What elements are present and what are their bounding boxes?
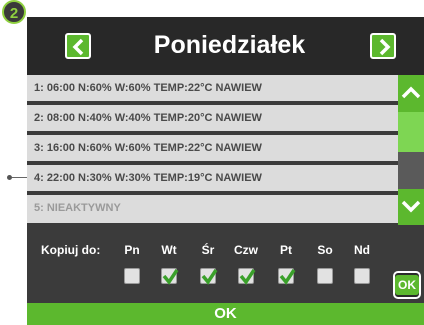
copy-checkbox-so[interactable]: [317, 268, 333, 284]
program-row-4[interactable]: 4: 22:00 N:30% W:30% TEMP:19°C NAWIEW: [27, 165, 398, 193]
program-row-text: 3: 16:00 N:60% W:60% TEMP:22°C NAWIEW: [34, 142, 262, 154]
day-label: Pt: [280, 243, 292, 257]
chevron-down-icon: [401, 200, 421, 213]
copy-day-sr: Śr: [196, 243, 220, 285]
step-number-badge: 2: [2, 0, 26, 24]
copy-checkbox-nd[interactable]: [354, 268, 370, 284]
day-label: Pn: [124, 243, 140, 257]
list-scrollbar[interactable]: [398, 75, 424, 225]
copy-day-pt: Pt: [274, 243, 298, 285]
copy-day-wt: Wt: [157, 243, 181, 285]
chevron-right-icon: [379, 38, 391, 56]
checkmark-icon: [162, 269, 179, 285]
scroll-thumb[interactable]: [398, 112, 424, 152]
day-header: Poniedziałek: [27, 17, 424, 75]
day-title: Poniedziałek: [153, 31, 306, 59]
copy-day-so: So: [313, 243, 337, 284]
day-label: Wt: [161, 243, 177, 257]
chevron-up-icon: [401, 86, 421, 99]
scroll-up-button[interactable]: [398, 75, 424, 112]
day-label: Śr: [201, 243, 215, 257]
copy-checkbox-pt[interactable]: [278, 268, 296, 285]
day-label: Czw: [234, 243, 258, 257]
program-row-text: 5: NIEAKTYWNY: [34, 202, 121, 214]
copy-day-pn: Pn: [120, 243, 144, 284]
program-row-text: 4: 22:00 N:30% W:30% TEMP:19°C NAWIEW: [34, 172, 262, 184]
program-row-5[interactable]: 5: NIEAKTYWNY: [27, 195, 398, 223]
copy-to-label: Kopiuj do:: [41, 243, 101, 257]
copy-checkbox-czw[interactable]: [238, 268, 256, 285]
next-day-button[interactable]: [370, 33, 396, 59]
copy-checkbox-pn[interactable]: [124, 268, 140, 284]
checkmark-icon: [201, 269, 218, 285]
day-label: So: [317, 243, 333, 257]
chevron-left-icon: [72, 38, 84, 56]
program-row-text: 2: 08:00 N:40% W:40% TEMP:20°C NAWIEW: [34, 112, 262, 124]
checkmark-icon: [239, 269, 256, 285]
copy-checkbox-sr[interactable]: [200, 268, 218, 285]
program-row-3[interactable]: 3: 16:00 N:60% W:60% TEMP:22°C NAWIEW: [27, 135, 398, 163]
scroll-down-button[interactable]: [398, 189, 424, 225]
ok-button-label: OK: [214, 305, 237, 322]
checkmark-icon: [279, 269, 296, 285]
prev-day-button[interactable]: [65, 33, 91, 59]
program-row-text: 1: 06:00 N:60% W:60% TEMP:22°C NAWIEW: [34, 82, 262, 94]
copy-checkbox-wt[interactable]: [161, 268, 179, 285]
copy-day-czw: Czw: [234, 243, 258, 285]
connector-line: [12, 177, 27, 178]
program-row-1[interactable]: 1: 06:00 N:60% W:60% TEMP:22°C NAWIEW: [27, 75, 398, 103]
copy-day-nd: Nd: [350, 243, 374, 284]
schedule-panel: Poniedziałek 1: 06:00 N:60% W:60% TEMP:2…: [27, 17, 424, 325]
copy-ok-label: OK: [395, 275, 419, 295]
copy-ok-button[interactable]: OK: [393, 271, 421, 299]
day-label: Nd: [354, 243, 370, 257]
ok-button[interactable]: OK: [27, 303, 424, 325]
program-row-2[interactable]: 2: 08:00 N:40% W:40% TEMP:20°C NAWIEW: [27, 105, 398, 133]
